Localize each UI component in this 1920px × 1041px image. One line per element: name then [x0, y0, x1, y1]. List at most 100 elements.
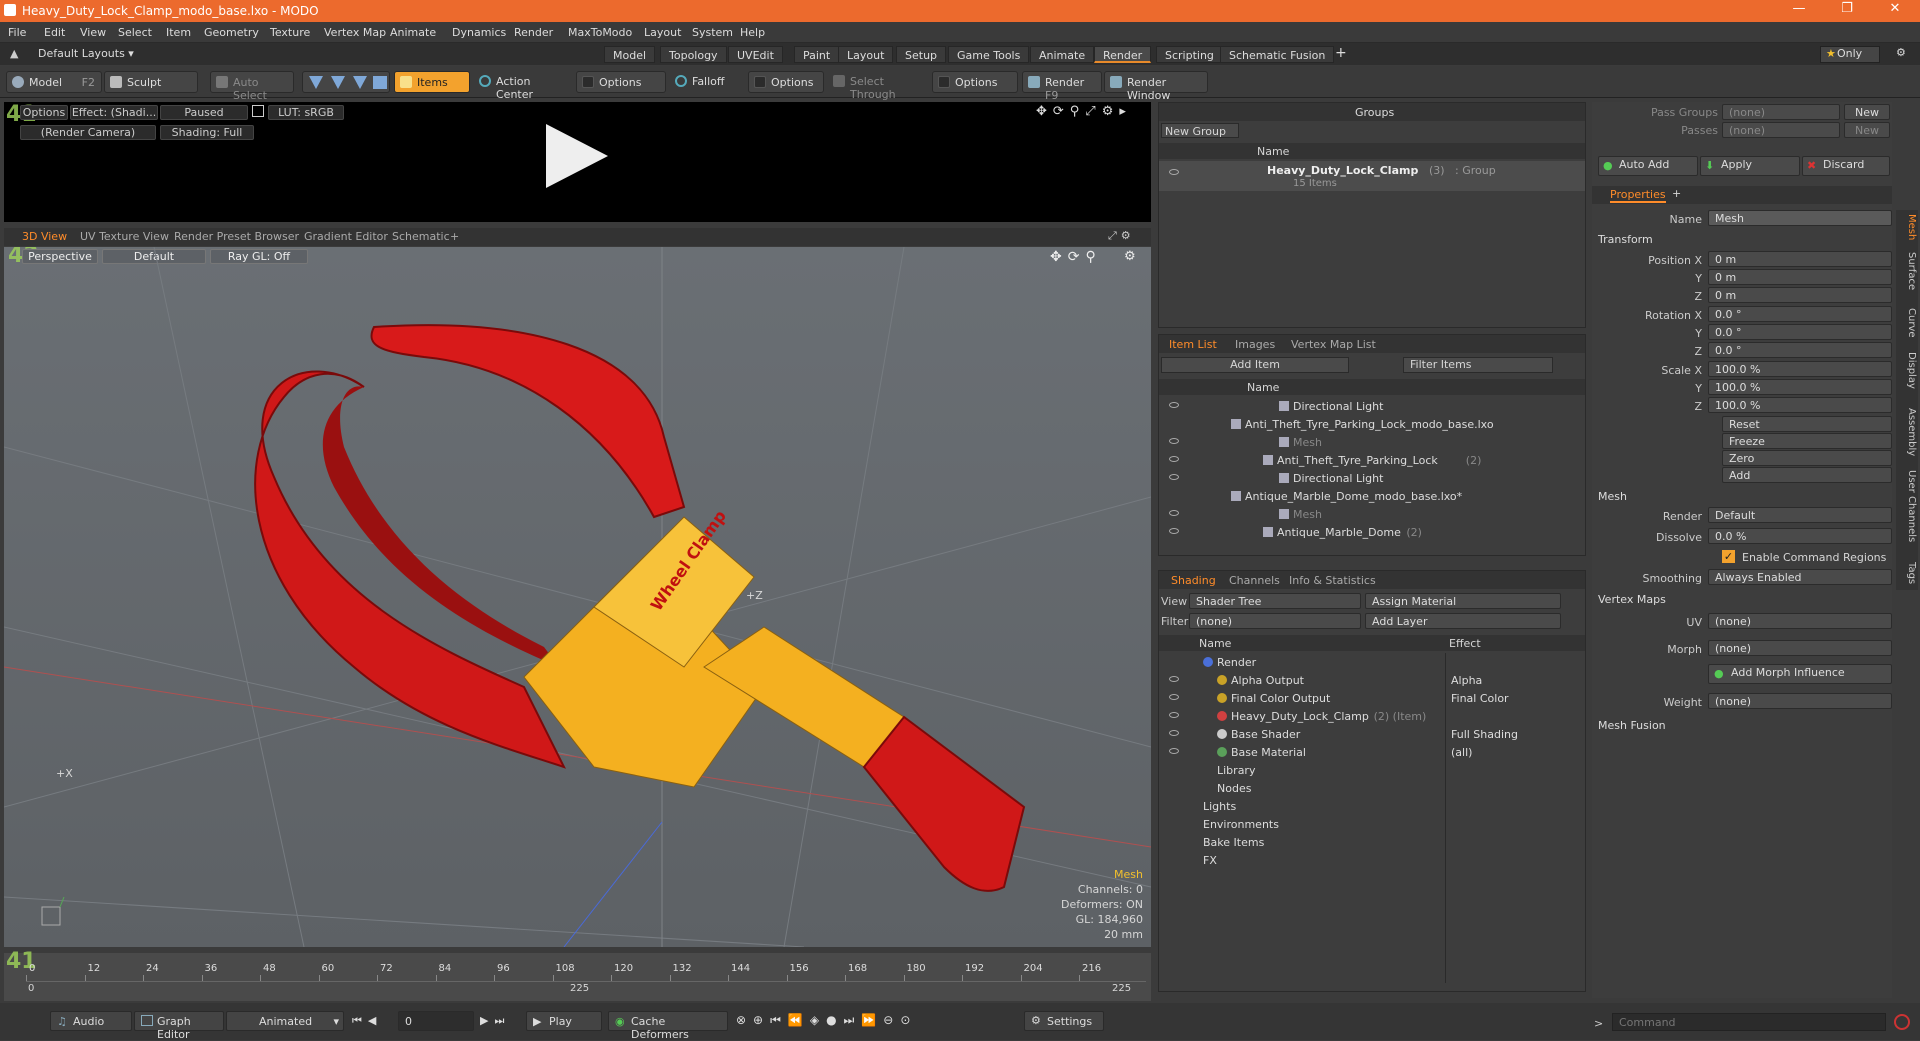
viewport-tab-icons[interactable]: ⤢⚙	[1108, 229, 1135, 243]
rotation-y-input[interactable]: 0.0 °	[1708, 324, 1892, 340]
eye-icon[interactable]	[1169, 438, 1179, 444]
side-tab-5[interactable]: User Channels	[1899, 470, 1917, 542]
menu-item-5[interactable]: Geometry	[204, 26, 259, 39]
timeline[interactable]: 41 0 225 225 0 12 24 36 48 60 72 84 96 108 120 132 1…	[4, 949, 1151, 1001]
command-input[interactable]	[1612, 1013, 1886, 1031]
shading-tab-2[interactable]: Info & Statistics	[1289, 574, 1376, 587]
shader-tree-row[interactable]: Library	[1159, 761, 1585, 779]
tab-model[interactable]: Model	[604, 46, 656, 63]
tab-game-tools[interactable]: Game Tools	[948, 46, 1030, 63]
eye-icon[interactable]	[1169, 528, 1179, 534]
passes-new-button[interactable]: New	[1844, 122, 1890, 138]
sculpt-button[interactable]: Sculpt	[104, 71, 198, 93]
graph-editor-button[interactable]: Graph Editor	[134, 1011, 224, 1041]
enable-command-regions-checkbox[interactable]: ✓	[1722, 550, 1735, 563]
eye-icon[interactable]	[1169, 730, 1179, 736]
shader-tree-dropdown[interactable]: Shader Tree	[1189, 593, 1361, 609]
menu-item-4[interactable]: Item	[166, 26, 191, 39]
scale-z-input[interactable]: 100.0 %	[1708, 397, 1892, 413]
shading-tab-0[interactable]: Shading	[1171, 574, 1216, 587]
animated-dropdown[interactable]: Animated ▾	[226, 1011, 344, 1031]
only-button[interactable]: ★ Only	[1820, 46, 1880, 63]
edge-mode-icon[interactable]	[331, 76, 345, 89]
menu-item-10[interactable]: Render	[514, 26, 553, 39]
eye-icon[interactable]	[1169, 402, 1179, 408]
add-item-button[interactable]: Add Item	[1161, 357, 1349, 373]
menu-item-9[interactable]: Dynamics	[452, 26, 506, 39]
preview-nav-icons[interactable]: ✥⟳⚲⤢⚙▸	[1036, 104, 1132, 119]
apply-button[interactable]: ⬇ Apply	[1700, 156, 1800, 176]
morph-dropdown[interactable]: (none)	[1708, 640, 1892, 656]
shader-tree-row[interactable]: Alpha Output Alpha	[1159, 671, 1585, 689]
add-layer-dropdown[interactable]: Add Layer	[1365, 613, 1561, 629]
command-stop-icon[interactable]	[1894, 1014, 1910, 1030]
eye-icon[interactable]	[1169, 694, 1179, 700]
side-tab-6[interactable]: Tags	[1899, 562, 1917, 584]
render-camera-dropdown[interactable]: (Render Camera)	[20, 125, 156, 140]
preview-effect-dropdown[interactable]: Effect: (Shadi...	[70, 105, 158, 120]
filter-items-input[interactable]: Filter Items	[1403, 357, 1553, 373]
position-y-input[interactable]: 0 m	[1708, 269, 1892, 285]
key-tools-icons[interactable]: ⊗⊕⏮⏪◈●⏭⏩⊖⊙	[736, 1013, 917, 1028]
layout-up-icon[interactable]: ▲	[10, 47, 18, 60]
shader-tree-row[interactable]: FX	[1159, 851, 1585, 869]
menu-item-0[interactable]: File	[8, 26, 26, 39]
preview-options-button[interactable]: Options	[20, 105, 68, 120]
add-tab-icon[interactable]: +	[1672, 187, 1681, 200]
freeze-dropdown[interactable]: Freeze	[1722, 433, 1892, 449]
list-item[interactable]: Anti_Theft_Tyre_Parking_Lock_modo_base.l…	[1159, 415, 1585, 433]
passes-dropdown[interactable]: (none)	[1722, 122, 1840, 138]
reset-dropdown[interactable]: Reset	[1722, 416, 1892, 432]
menu-item-2[interactable]: View	[80, 26, 106, 39]
render-dropdown[interactable]: Default	[1708, 507, 1892, 523]
maximize-icon[interactable]: ❐	[1824, 1, 1870, 21]
eye-icon[interactable]	[1169, 676, 1179, 682]
shader-tree-row[interactable]: Nodes	[1159, 779, 1585, 797]
tab-topology[interactable]: Topology	[660, 46, 727, 63]
lut-dropdown[interactable]: LUT: sRGB	[268, 105, 344, 120]
settings-button[interactable]: ⚙ Settings	[1024, 1011, 1104, 1031]
default-layouts-dropdown[interactable]: Default Layouts ▾	[38, 47, 134, 60]
scale-y-input[interactable]: 100.0 %	[1708, 379, 1892, 395]
eye-icon[interactable]	[1169, 456, 1179, 462]
menu-item-6[interactable]: Texture	[270, 26, 310, 39]
auto-add-button[interactable]: ● Auto Add	[1598, 156, 1698, 176]
add-dropdown[interactable]: Add	[1722, 467, 1892, 483]
tab-uvedit[interactable]: UVEdit	[728, 46, 783, 63]
render-button[interactable]: Render F9	[1022, 71, 1102, 102]
shader-tree-row[interactable]: Render	[1159, 653, 1585, 671]
weight-dropdown[interactable]: (none)	[1708, 693, 1892, 709]
shader-tree-row[interactable]: Environments	[1159, 815, 1585, 833]
uv-dropdown[interactable]: (none)	[1708, 613, 1892, 629]
pass-groups-new-button[interactable]: New	[1844, 104, 1890, 120]
select-through-button[interactable]: Select Through	[828, 71, 928, 101]
auto-select-button[interactable]: Auto Select	[210, 71, 294, 102]
tab-setup[interactable]: Setup	[896, 46, 947, 63]
viewport-tab-1[interactable]: UV Texture View	[80, 230, 169, 243]
menu-item-12[interactable]: Layout	[644, 26, 681, 39]
eye-icon[interactable]	[1169, 169, 1179, 175]
gear-icon[interactable]: ⚙	[1896, 46, 1906, 59]
list-item[interactable]: Anti_Theft_Tyre_Parking_Lock (2)	[1159, 451, 1585, 469]
cache-deformers-button[interactable]: ◉ Cache Deformers	[608, 1011, 728, 1041]
eye-icon[interactable]	[1169, 510, 1179, 516]
shader-tree-row[interactable]: Base Shader Full Shading	[1159, 725, 1585, 743]
side-tab-4[interactable]: Assembly	[1899, 408, 1917, 456]
new-group-button[interactable]: New Group	[1161, 123, 1239, 138]
position-x-input[interactable]: 0 m	[1708, 251, 1892, 267]
3d-viewport[interactable]: 43 Perspective Default Ray GL: Off ✥⟳⚲ ⚙…	[4, 247, 1151, 947]
falloff-button[interactable]: Falloff	[670, 71, 744, 93]
viewport-tab-3[interactable]: Gradient Editor	[304, 230, 388, 243]
minimize-icon[interactable]: —	[1776, 1, 1822, 21]
tab-schematic-fusion[interactable]: Schematic Fusion	[1220, 46, 1335, 63]
options-button-3[interactable]: Options	[932, 71, 1018, 93]
action-center-button[interactable]: Action Center	[474, 71, 572, 101]
side-tab-0[interactable]: Mesh	[1899, 214, 1917, 240]
shading-filter-dropdown[interactable]: (none)	[1189, 613, 1361, 629]
scale-x-input[interactable]: 100.0 %	[1708, 361, 1892, 377]
assign-material-dropdown[interactable]: Assign Material	[1365, 593, 1561, 609]
item-list-tab-1[interactable]: Images	[1235, 338, 1275, 351]
material-mode-icon[interactable]	[373, 76, 387, 89]
add-layout-icon[interactable]: +	[1335, 45, 1347, 61]
eye-icon[interactable]	[1169, 474, 1179, 480]
